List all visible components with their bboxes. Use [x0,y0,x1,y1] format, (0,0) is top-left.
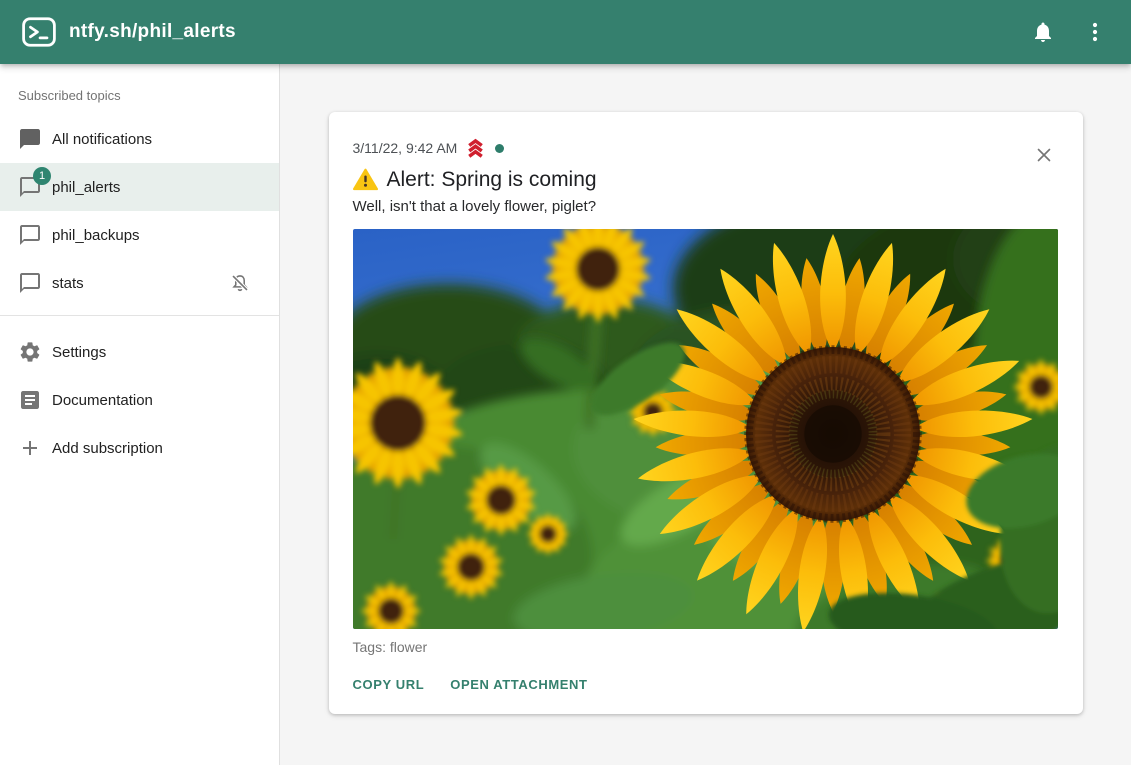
settings-gear-icon [18,340,42,364]
article-icon [18,388,42,412]
sidebar-item-phil-backups[interactable]: phil_backups [0,211,279,259]
sidebar-item-settings[interactable]: Settings [0,328,279,376]
sidebar: Subscribed topics All notifications 1 ph… [0,64,280,765]
unread-dot-icon [495,144,504,153]
sidebar-item-label: All notifications [52,131,152,148]
open-attachment-button[interactable]: OPEN ATTACHMENT [450,665,587,704]
main-content: 3/11/22, 9:42 AM [280,64,1131,765]
bell-icon [1031,20,1055,44]
close-icon [1033,144,1055,166]
notifications-bell-button[interactable] [1021,10,1065,54]
sidebar-item-label: phil_alerts [52,179,120,196]
sidebar-item-label: Settings [52,344,106,361]
notification-title: Alert: Spring is coming [353,167,1059,192]
notification-title-text: Alert: Spring is coming [387,168,597,192]
notification-actions: COPY URL OPEN ATTACHMENT [353,665,1059,704]
sidebar-divider [0,315,279,316]
app-title: ntfy.sh/phil_alerts [69,21,236,43]
overflow-menu-button[interactable] [1073,10,1117,54]
kebab-menu-icon [1083,20,1107,44]
sidebar-item-all-notifications[interactable]: All notifications [0,115,279,163]
chat-outline-icon [18,223,42,247]
notification-body: Well, isn't that a lovely flower, piglet… [353,198,1059,215]
copy-url-button[interactable]: COPY URL [353,665,425,704]
notification-meta-row: 3/11/22, 9:42 AM [353,138,1059,158]
chat-outline-icon [18,271,42,295]
sidebar-item-stats[interactable]: stats [0,259,279,307]
app-bar: ntfy.sh/phil_alerts [0,0,1131,64]
notifications-off-icon [229,272,251,294]
sidebar-item-add-subscription[interactable]: Add subscription [0,424,279,472]
sidebar-item-label: stats [52,275,84,292]
attachment-image[interactable] [353,229,1058,629]
subscribed-topics-label: Subscribed topics [0,70,279,115]
unread-count-badge: 1 [33,167,51,185]
ntfy-logo-icon [22,17,56,47]
chat-outline-icon: 1 [18,175,42,199]
warning-emoji-icon [353,167,378,192]
sunflower-photo [353,229,1058,629]
plus-icon [18,436,42,460]
notification-tags: Tags: flower [353,639,1059,655]
close-notification-button[interactable] [1027,138,1061,172]
sidebar-item-label: Add subscription [52,440,163,457]
sidebar-item-phil-alerts[interactable]: 1 phil_alerts [0,163,279,211]
chat-filled-icon [18,127,42,151]
sidebar-item-label: Documentation [52,392,153,409]
appbar-actions [1021,10,1117,54]
sidebar-item-documentation[interactable]: Documentation [0,376,279,424]
notification-card: 3/11/22, 9:42 AM [329,112,1083,714]
notification-timestamp: 3/11/22, 9:42 AM [353,140,458,156]
sidebar-item-label: phil_backups [52,227,140,244]
priority-max-icon [465,138,486,158]
